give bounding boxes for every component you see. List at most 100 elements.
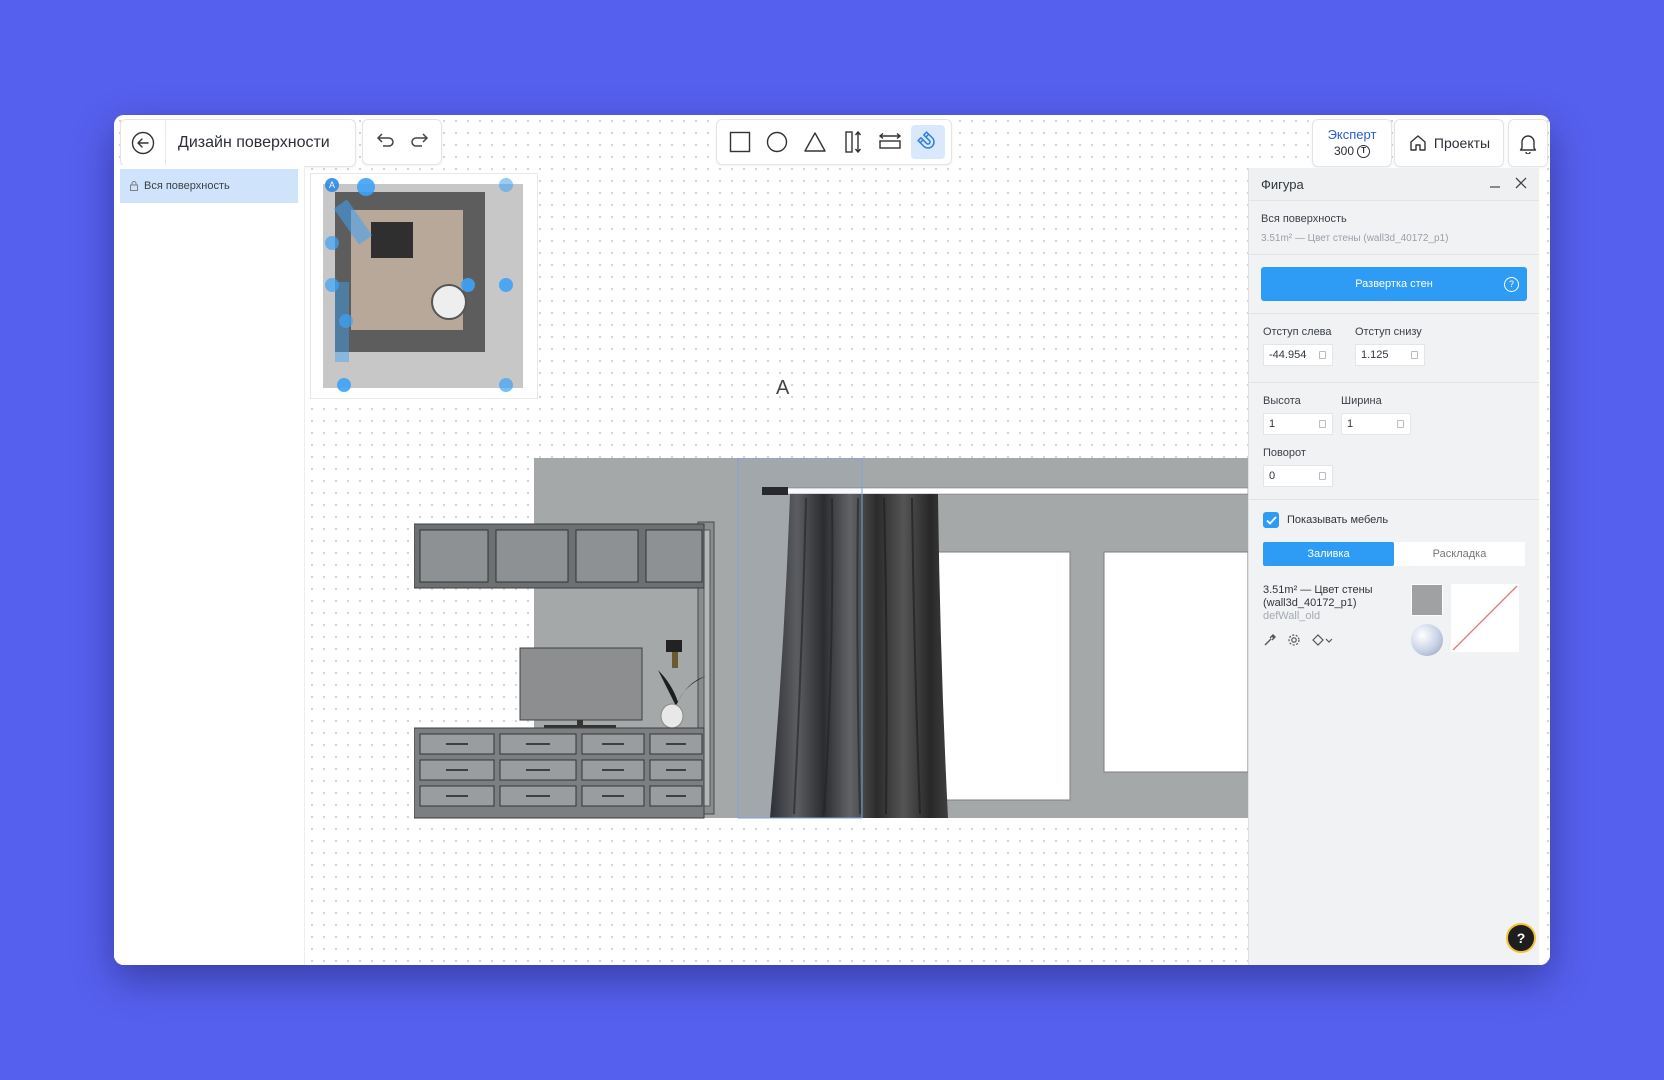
triangle-tool[interactable] [798, 125, 832, 159]
panel-title: Фигура [1261, 176, 1304, 192]
rotation-input[interactable]: 0 [1263, 465, 1333, 487]
lamp-shade [666, 640, 682, 652]
door-opening [1103, 551, 1248, 773]
surface-info: 3.51m² — Цвет стены (wall3d_40172_p1) [1261, 233, 1449, 244]
show-furniture-label: Показывать мебель [1287, 514, 1389, 526]
offset-bottom-input[interactable]: 1.125 [1355, 344, 1425, 366]
rectangle-tool[interactable] [723, 125, 757, 159]
material-section: 3.51m² — Цвет стены (wall3d_40172_p1) de… [1249, 566, 1539, 656]
minimap-handle[interactable] [461, 278, 475, 292]
lock-icon[interactable] [1411, 351, 1418, 359]
app-window: Дизайн поверхности Эксперт 300 Т Проекты… [114, 115, 1550, 965]
history-controls [362, 119, 442, 165]
minimize-button[interactable] [1489, 177, 1501, 192]
upper-cabinet-door [645, 529, 703, 583]
projects-button[interactable]: Проекты [1394, 119, 1504, 167]
surface-list: Вся поверхность [114, 165, 305, 965]
redo-button[interactable] [409, 131, 431, 154]
expert-badge[interactable]: Эксперт 300 Т [1312, 119, 1392, 167]
help-icon[interactable]: ? [1504, 277, 1519, 292]
material-subtitle: defWall_old [1263, 610, 1321, 622]
upper-cabinet-door [575, 529, 639, 583]
minimap-handle[interactable] [325, 236, 339, 250]
wall-elevation[interactable] [414, 458, 1248, 838]
surface-name: Вся поверхность [1261, 213, 1347, 225]
vertical-size-icon [845, 130, 861, 154]
section-label: A [776, 377, 790, 399]
coin-icon: Т [1357, 144, 1371, 158]
arrow-left-icon [131, 131, 155, 155]
upper-cabinet-door [495, 529, 569, 583]
eyedropper-button[interactable] [1263, 633, 1277, 651]
surface-list-item[interactable]: Вся поверхность [120, 169, 298, 203]
width-input[interactable]: 1 [1341, 413, 1411, 435]
notifications-button[interactable] [1508, 119, 1548, 167]
width-value: 1 [1347, 418, 1354, 430]
shape-toolbar [716, 119, 952, 165]
settings-button[interactable] [1287, 633, 1301, 651]
tv-screen [519, 647, 643, 721]
height-label: Высота [1263, 395, 1301, 407]
lock-icon[interactable] [1319, 351, 1326, 359]
close-button[interactable] [1515, 177, 1527, 192]
help-button[interactable]: ? [1506, 923, 1536, 953]
height-input[interactable]: 1 [1263, 413, 1333, 435]
back-button[interactable] [121, 120, 166, 166]
vertical-size-tool[interactable] [836, 125, 870, 159]
tab-layout[interactable]: Раскладка [1394, 542, 1525, 566]
redo-icon [410, 132, 428, 147]
lock-icon [130, 181, 138, 191]
minimap-handle[interactable] [499, 178, 513, 192]
minimap-handle[interactable] [339, 314, 353, 328]
minimap-handle[interactable] [499, 278, 513, 292]
tab-fill[interactable]: Заливка [1263, 542, 1394, 566]
mode-tabs: Заливка Раскладка [1263, 542, 1525, 566]
eyedropper-icon [1264, 634, 1276, 646]
width-label: Ширина [1341, 395, 1382, 407]
show-furniture-checkbox[interactable] [1263, 512, 1279, 528]
shelf-side-inner [703, 529, 711, 807]
show-furniture-row[interactable]: Показывать мебель [1249, 500, 1539, 528]
minimap-handle[interactable] [357, 178, 375, 196]
upper-cabinet-door [419, 529, 489, 583]
floor-plan-minimap[interactable]: A [310, 173, 538, 399]
offset-left-input[interactable]: -44.954 [1263, 344, 1333, 366]
triangle-icon [804, 132, 826, 152]
paint-dropdown[interactable] [1311, 633, 1333, 651]
minimap-handle[interactable] [499, 378, 513, 392]
offset-bottom-label: Отступ снизу [1355, 326, 1422, 338]
minimap-handle[interactable] [325, 278, 339, 292]
lock-icon[interactable] [1397, 420, 1404, 428]
lock-icon[interactable] [1319, 472, 1326, 480]
bell-icon [1519, 135, 1537, 154]
texture-preview[interactable] [1451, 584, 1519, 652]
magnet-tool[interactable] [911, 125, 946, 159]
vase [660, 703, 684, 729]
horizontal-size-tool[interactable] [873, 125, 907, 159]
undo-button[interactable] [374, 131, 396, 154]
window-opening [923, 551, 1071, 801]
offset-bottom-value: 1.125 [1361, 349, 1389, 361]
selection-frame[interactable] [737, 458, 863, 819]
lamp-base [672, 652, 678, 668]
offset-left-label: Отступ слева [1263, 326, 1332, 338]
rectangle-icon [729, 131, 751, 153]
gear-icon [1288, 634, 1300, 646]
divider [1249, 254, 1539, 255]
lock-icon[interactable] [1319, 420, 1326, 428]
page-title: Дизайн поверхности [178, 134, 330, 151]
minimize-icon [1490, 185, 1500, 188]
minimap-handle[interactable] [337, 378, 351, 392]
unfold-walls-button[interactable]: Развертка стен ? [1261, 267, 1527, 301]
paint-bucket-icon [1312, 634, 1333, 646]
minimap-corner-a[interactable]: A [325, 178, 339, 192]
material-sphere-preview [1411, 624, 1443, 656]
no-texture-icon [1452, 585, 1518, 651]
rotation-label: Поворот [1263, 447, 1306, 459]
offset-left-value: -44.954 [1269, 349, 1307, 361]
color-swatch[interactable] [1411, 584, 1443, 616]
close-icon [1515, 177, 1527, 188]
panel-header: Фигура [1249, 168, 1539, 201]
circle-tool[interactable] [760, 125, 794, 159]
circle-icon [767, 131, 788, 153]
